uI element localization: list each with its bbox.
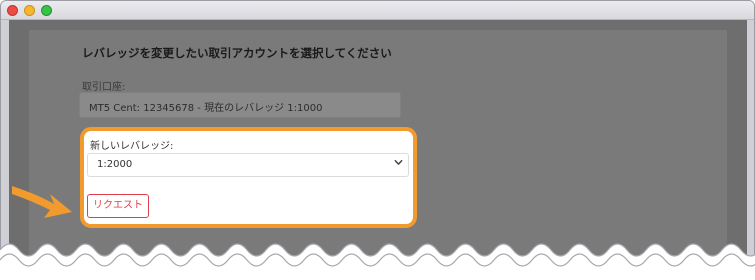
request-button[interactable]: リクエスト: [87, 194, 149, 218]
account-field: MT5 Cent: 12345678 - 現在のレバレッジ 1:1000: [79, 92, 401, 118]
minimize-window-button[interactable]: [24, 5, 35, 16]
leverage-select-value: 1:2000: [97, 159, 133, 170]
account-label: 取引口座:: [82, 82, 126, 93]
orange-arrow-icon: [12, 186, 72, 218]
new-leverage-label: 新しいレバレッジ:: [90, 141, 174, 152]
new-leverage-highlight-box: 新しいレバレッジ: 1:2000 リクエスト: [80, 127, 417, 228]
zoom-window-button[interactable]: [41, 5, 52, 16]
chevron-down-icon: [394, 158, 403, 170]
leverage-select[interactable]: 1:2000: [87, 153, 409, 177]
torn-edge-divider: [0, 243, 755, 280]
form-heading: レバレッジを変更したい取引アカウントを選択してください: [82, 46, 392, 60]
close-window-button[interactable]: [7, 5, 18, 16]
window-titlebar: [1, 1, 754, 20]
